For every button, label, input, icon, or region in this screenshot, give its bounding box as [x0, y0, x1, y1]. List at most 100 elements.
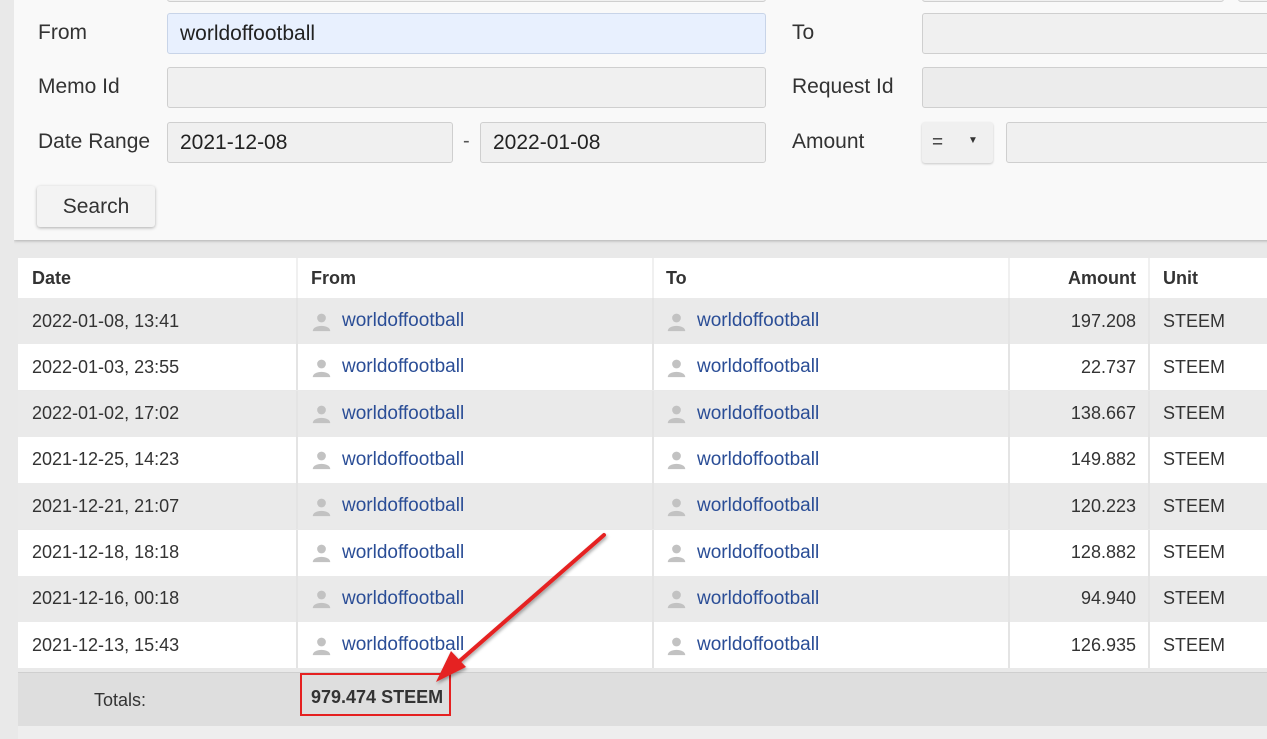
date-end-field[interactable]: 2022-01-08	[480, 122, 766, 163]
user-icon	[667, 405, 686, 424]
column-divider	[1148, 483, 1150, 530]
table-header-row: Date From To Amount Unit	[18, 258, 1267, 298]
row-to: worldoffootball	[666, 622, 819, 668]
to-user-link[interactable]: worldoffootball	[697, 356, 819, 378]
row-amount: 22.737	[1080, 356, 1136, 377]
row-date: 2021-12-13, 15:43	[32, 634, 180, 655]
to-user-link[interactable]: worldoffootball	[697, 542, 819, 564]
header-date[interactable]: Date	[32, 258, 71, 298]
user-icon	[312, 544, 331, 563]
column-divider	[652, 390, 654, 437]
row-to: worldoffootball	[666, 483, 819, 529]
request-id-field[interactable]	[922, 67, 1267, 108]
table-row[interactable]: 2022-01-02, 17:02 worldoffootball worldo…	[18, 390, 1267, 437]
table-row[interactable]: 2021-12-16, 00:18 worldoffootball worldo…	[18, 575, 1267, 622]
highlight-box	[300, 673, 451, 716]
user-icon	[312, 313, 331, 331]
row-amount: 94.940	[1080, 588, 1136, 609]
table-row[interactable]: 2022-01-08, 13:41 worldoffootball worldo…	[18, 298, 1267, 344]
row-unit: STEEM	[1163, 310, 1226, 331]
transfers-table: Date From To Amount Unit 2022-01-08, 13:…	[18, 258, 1267, 739]
date-start-field[interactable]: 2021-12-08	[167, 122, 453, 163]
table-row[interactable]: 2021-12-18, 18:18 worldoffootball worldo…	[18, 529, 1267, 576]
column-divider	[1148, 436, 1150, 483]
column-divider	[652, 483, 654, 530]
to-label: To	[792, 21, 815, 44]
row-amount: 120.223	[1070, 495, 1136, 516]
row-amount: 138.667	[1070, 403, 1136, 424]
to-user-link[interactable]: worldoffootball	[697, 310, 819, 332]
amount-label: Amount	[792, 130, 865, 153]
row-from: worldoffootball	[311, 298, 464, 344]
user-icon	[312, 452, 331, 470]
column-divider	[296, 575, 298, 622]
column-divider	[296, 622, 298, 669]
from-user-link[interactable]: worldoffootball	[342, 542, 464, 564]
column-divider	[1148, 390, 1150, 437]
column-divider	[296, 436, 298, 483]
cutoff-input-top-left[interactable]	[167, 0, 766, 2]
row-amount: 126.935	[1070, 634, 1136, 655]
column-divider	[652, 436, 654, 483]
user-icon	[667, 544, 686, 563]
to-user-link[interactable]: worldoffootball	[697, 403, 819, 425]
column-divider	[1148, 575, 1150, 622]
row-from: worldoffootball	[311, 437, 464, 483]
column-divider	[652, 529, 654, 576]
row-amount: 128.882	[1070, 542, 1136, 562]
header-unit[interactable]: Unit	[1163, 258, 1198, 298]
search-button[interactable]: Search	[37, 186, 155, 227]
from-user-link[interactable]: worldoffootball	[342, 495, 464, 517]
table-row[interactable]: 2021-12-13, 15:43 worldoffootball worldo…	[18, 622, 1267, 669]
header-amount[interactable]: Amount	[1010, 258, 1136, 298]
column-divider	[296, 344, 298, 391]
from-user-link[interactable]: worldoffootball	[342, 403, 464, 425]
row-from: worldoffootball	[311, 344, 464, 390]
row-date: 2021-12-21, 21:07	[32, 495, 180, 516]
to-field[interactable]	[922, 13, 1267, 54]
user-icon	[667, 498, 686, 516]
to-user-link[interactable]: worldoffootball	[697, 449, 819, 471]
column-divider	[652, 258, 654, 298]
to-user-link[interactable]: worldoffootball	[697, 495, 819, 517]
row-from: worldoffootball	[311, 576, 464, 622]
table-footer-strip	[18, 726, 1267, 739]
table-row[interactable]: 2022-01-03, 23:55 worldoffootball worldo…	[18, 344, 1267, 391]
user-icon	[667, 590, 686, 609]
row-to: worldoffootball	[666, 391, 819, 437]
column-divider	[296, 390, 298, 437]
row-unit: STEEM	[1163, 495, 1226, 516]
column-divider	[652, 298, 654, 344]
request-id-label: Request Id	[792, 75, 894, 98]
amount-field[interactable]	[1006, 122, 1267, 163]
amount-operator-select[interactable]: = ▼	[922, 122, 993, 163]
table-row[interactable]: 2021-12-25, 14:23 worldoffootball worldo…	[18, 436, 1267, 483]
to-user-link[interactable]: worldoffootball	[697, 634, 819, 656]
from-user-link[interactable]: worldoffootball	[342, 310, 464, 332]
row-date: 2021-12-18, 18:18	[32, 542, 180, 562]
memo-id-field[interactable]	[167, 67, 766, 108]
totals-row: Totals: 979.474 STEEM	[18, 672, 1267, 726]
from-user-link[interactable]: worldoffootball	[342, 449, 464, 471]
from-field[interactable]: worldoffootball	[167, 13, 766, 54]
to-user-link[interactable]: worldoffootball	[697, 588, 819, 610]
row-date: 2021-12-16, 00:18	[32, 588, 180, 609]
user-icon	[312, 405, 331, 424]
table-row[interactable]: 2021-12-21, 21:07 worldoffootball worldo…	[18, 483, 1267, 530]
column-divider	[1148, 622, 1150, 669]
header-from[interactable]: From	[311, 258, 356, 298]
from-user-link[interactable]: worldoffootball	[342, 634, 464, 656]
from-user-link[interactable]: worldoffootball	[342, 356, 464, 378]
memo-id-label: Memo Id	[38, 75, 120, 98]
row-from: worldoffootball	[311, 622, 464, 668]
row-from: worldoffootball	[311, 530, 464, 576]
cutoff-input-top-far-right[interactable]	[1238, 0, 1267, 2]
header-to[interactable]: To	[666, 258, 687, 298]
column-divider	[296, 298, 298, 344]
row-unit: STEEM	[1163, 634, 1226, 655]
row-to: worldoffootball	[666, 530, 819, 576]
column-divider	[296, 258, 298, 298]
cutoff-input-top-right[interactable]	[922, 0, 1224, 2]
from-user-link[interactable]: worldoffootball	[342, 588, 464, 610]
column-divider	[1148, 258, 1150, 298]
